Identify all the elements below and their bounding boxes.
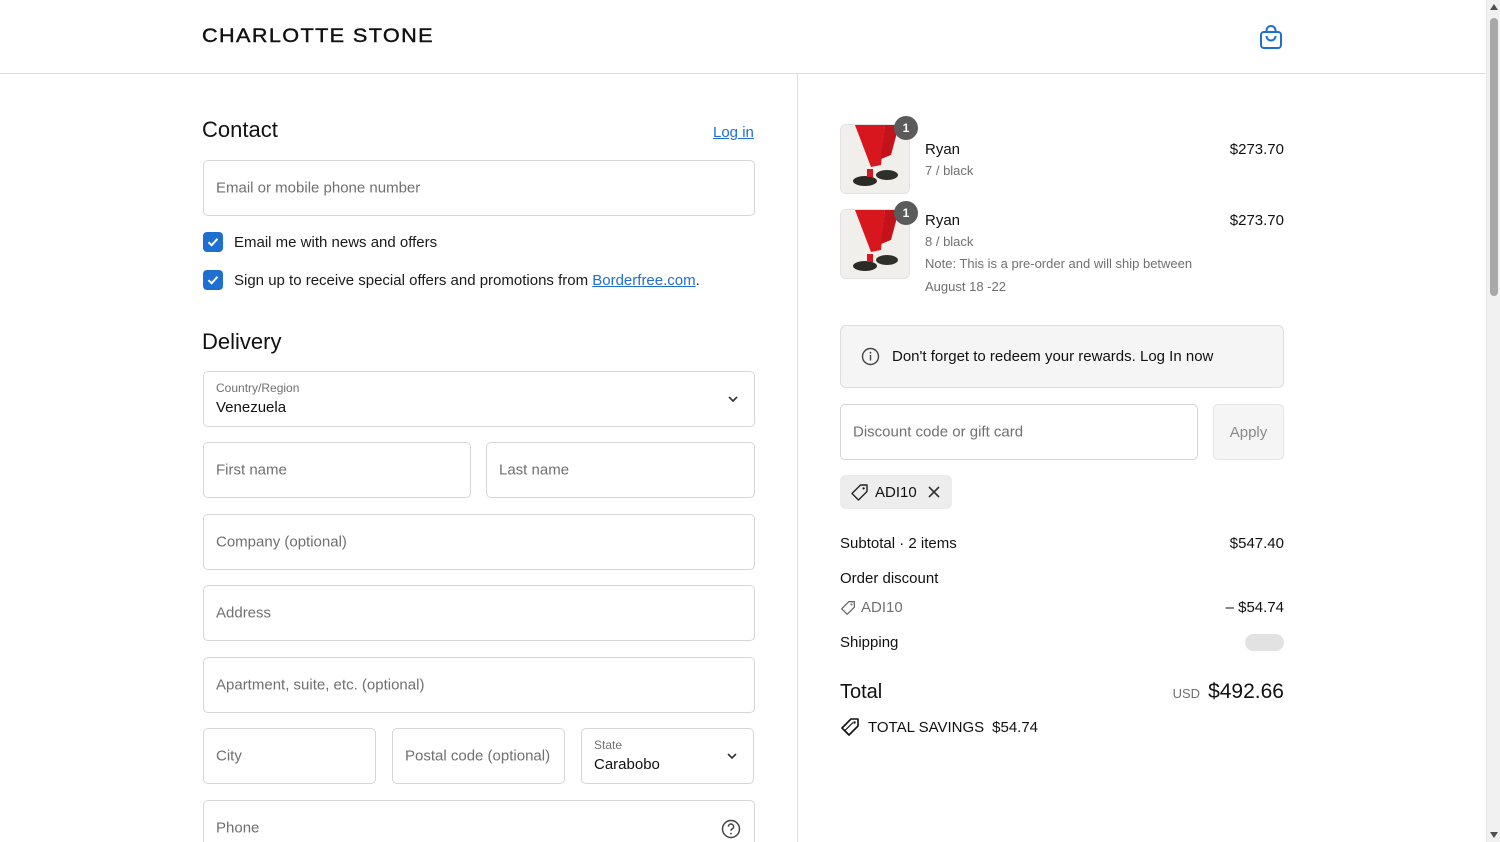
shipping-label: Shipping — [840, 634, 899, 651]
country-value: Venezuela — [216, 399, 287, 416]
help-circle-icon[interactable] — [721, 819, 741, 839]
postal-code-field[interactable]: Postal code (optional) — [392, 728, 565, 784]
total-amount: USD $492.66 — [1173, 680, 1284, 704]
order-discount-code-row: ADI10 — [840, 599, 903, 616]
chevron-down-icon — [728, 396, 738, 403]
item-name: Ryan — [925, 212, 961, 229]
checkout-page: CHARLOTTE STONE Contact Log in Email or … — [0, 0, 1500, 842]
discount-code-field[interactable]: Discount code or gift card — [840, 404, 1198, 460]
contact-heading: Contact — [202, 117, 278, 142]
country-label: Country/Region — [216, 381, 300, 395]
chevron-down-icon — [727, 753, 737, 760]
state-label: State — [594, 738, 623, 752]
offers-checkbox[interactable] — [203, 270, 223, 290]
order-discount-label: Order discount — [840, 570, 939, 587]
total-savings-row: TOTAL SAVINGS $54.74 — [840, 717, 1038, 737]
item-variant: 7 / black — [925, 163, 974, 178]
item-price: $273.70 — [1229, 141, 1284, 158]
news-checkbox-row[interactable]: Email me with news and offers — [203, 232, 437, 252]
checkmark-icon — [207, 238, 219, 247]
applied-discount-code: ADI10 — [875, 483, 917, 501]
apartment-field[interactable]: Apartment, suite, etc. (optional) — [203, 657, 755, 713]
item-price: $273.70 — [1229, 212, 1284, 229]
last-name-field[interactable]: Last name — [486, 442, 755, 498]
quantity-badge: 1 — [894, 116, 918, 140]
country-select[interactable]: Country/Region Venezuela — [203, 371, 755, 427]
applied-discount-tag: ADI10 — [840, 475, 952, 509]
preorder-note-dates: August 18 -22 — [925, 279, 1006, 294]
shipping-value-placeholder — [1245, 634, 1284, 651]
state-value: Carabobo — [594, 756, 660, 773]
city-field[interactable]: City — [203, 728, 376, 784]
rewards-notice[interactable]: Don't forget to redeem your rewards. Log… — [840, 325, 1284, 388]
info-icon — [861, 347, 880, 366]
total-value: $492.66 — [1208, 680, 1284, 703]
page-scrollbar[interactable] — [1486, 0, 1500, 842]
discount-placeholder: Discount code or gift card — [853, 423, 1024, 441]
site-header: CHARLOTTE STONE — [0, 0, 1486, 74]
first-name-placeholder: First name — [216, 461, 287, 479]
company-placeholder: Company (optional) — [216, 533, 347, 551]
apartment-placeholder: Apartment, suite, etc. (optional) — [216, 676, 425, 694]
offers-checkbox-row[interactable]: Sign up to receive special offers and pr… — [203, 270, 700, 290]
scrollbar-thumb[interactable] — [1490, 18, 1498, 296]
checkmark-icon — [207, 276, 219, 285]
news-checkbox[interactable] — [203, 232, 223, 252]
scroll-down-arrow-icon[interactable] — [1490, 832, 1498, 838]
first-name-field[interactable]: First name — [203, 442, 471, 498]
address-placeholder: Address — [216, 604, 272, 622]
postal-code-placeholder: Postal code (optional) — [405, 747, 551, 765]
quantity-badge: 1 — [894, 201, 918, 225]
brand-logo[interactable]: CHARLOTTE STONE — [202, 26, 434, 48]
offers-label-suffix: . — [695, 271, 700, 289]
tag-icon — [841, 600, 855, 615]
email-placeholder: Email or mobile phone number — [216, 179, 421, 197]
shopping-bag-icon[interactable] — [1258, 24, 1284, 50]
close-icon[interactable] — [927, 485, 941, 499]
preorder-note: Note: This is a pre-order and will ship … — [925, 256, 1193, 271]
state-select[interactable]: State Carabobo — [581, 728, 754, 784]
subtotal-value: $547.40 — [1229, 535, 1284, 552]
item-name: Ryan — [925, 141, 961, 158]
delivery-heading: Delivery — [202, 329, 282, 354]
column-divider — [797, 74, 798, 842]
tag-icon — [851, 483, 868, 501]
news-checkbox-label: Email me with news and offers — [234, 233, 438, 251]
order-discount-code: ADI10 — [861, 599, 903, 616]
last-name-placeholder: Last name — [499, 461, 570, 479]
address-field[interactable]: Address — [203, 585, 755, 641]
company-field[interactable]: Company (optional) — [203, 514, 755, 570]
scroll-up-arrow-icon[interactable] — [1490, 4, 1498, 10]
login-link[interactable]: Log in — [713, 124, 754, 141]
savings-tag-icon — [841, 718, 859, 736]
phone-placeholder: Phone — [216, 819, 260, 837]
currency-code: USD — [1172, 686, 1201, 701]
subtotal-label: Subtotal · 2 items — [840, 535, 957, 552]
borderfree-link[interactable]: Borderfree.com — [592, 272, 695, 289]
city-placeholder: City — [216, 747, 242, 765]
rewards-notice-text: Don't forget to redeem your rewards. Log… — [892, 348, 1214, 365]
order-discount-value: – $54.74 — [1225, 599, 1284, 616]
phone-field[interactable]: Phone — [203, 800, 755, 842]
apply-discount-button[interactable]: Apply — [1213, 404, 1284, 460]
offers-checkbox-label: Sign up to receive special offers and pr… — [234, 271, 593, 289]
total-savings-label: TOTAL SAVINGS — [868, 718, 985, 736]
item-variant: 8 / black — [925, 234, 974, 249]
total-label: Total — [840, 681, 883, 703]
email-field[interactable]: Email or mobile phone number — [203, 160, 755, 216]
total-savings-value: $54.74 — [992, 718, 1039, 736]
